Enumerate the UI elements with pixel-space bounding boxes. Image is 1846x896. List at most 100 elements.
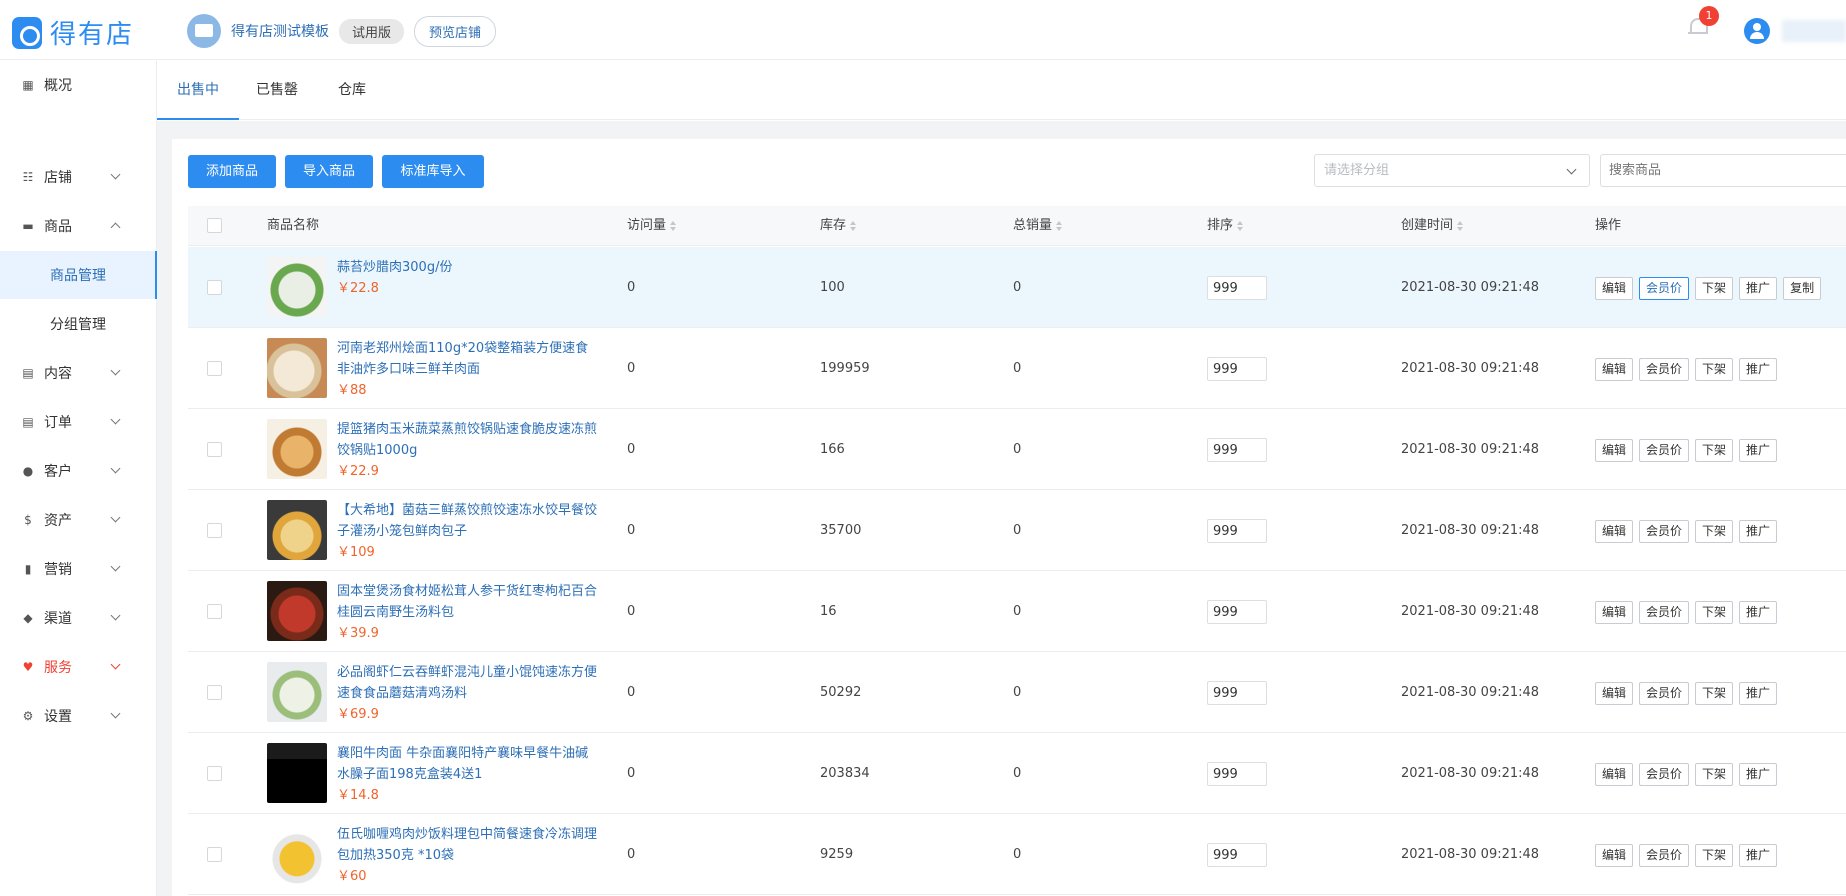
tab-on-sale[interactable]: 出售中 bbox=[157, 61, 239, 120]
row-checkbox[interactable] bbox=[207, 280, 222, 295]
preview-shop-button[interactable]: 预览店铺 bbox=[414, 15, 497, 47]
edit-button[interactable]: 编辑 bbox=[1595, 763, 1634, 786]
goods-name[interactable]: 河南老郑州烩面110g*20袋整箱装方便速食非油炸多口味三鲜羊肉面 bbox=[337, 341, 588, 377]
sidebar-item-settings[interactable]: ⚙ 设置 bbox=[0, 692, 157, 740]
edit-button[interactable]: 编辑 bbox=[1595, 277, 1634, 300]
goods-name-link[interactable]: 河南老郑州烩面110g*20袋整箱装方便速食非油炸多口味三鲜羊肉面 ￥88 bbox=[337, 338, 601, 401]
member-price-button[interactable]: 会员价 bbox=[1639, 601, 1690, 624]
goods-thumbnail[interactable] bbox=[267, 743, 327, 803]
goods-thumbnail[interactable] bbox=[267, 419, 327, 479]
member-price-button[interactable]: 会员价 bbox=[1639, 763, 1690, 786]
goods-name-link[interactable]: 必品阁虾仁云吞鲜虾混沌儿童小馄饨速冻方便速食食品蘑菇清鸡汤料 ￥69.9 bbox=[337, 662, 601, 725]
row-checkbox[interactable] bbox=[207, 685, 222, 700]
goods-name[interactable]: 必品阁虾仁云吞鲜虾混沌儿童小馄饨速冻方便速食食品蘑菇清鸡汤料 bbox=[337, 665, 597, 701]
sidebar-item-marketing[interactable]: ▮ 营销 bbox=[0, 545, 157, 593]
promote-button[interactable]: 推广 bbox=[1739, 277, 1778, 300]
goods-name-link[interactable]: 襄阳牛肉面 牛杂面襄阳特产襄味早餐牛油碱水臊子面198克盒装4送1 ￥14.8 bbox=[337, 743, 601, 806]
edit-button[interactable]: 编辑 bbox=[1595, 601, 1634, 624]
col-sales[interactable]: 总销量 bbox=[1013, 206, 1063, 246]
sidebar-subitem-group-management[interactable]: 分组管理 bbox=[0, 300, 157, 348]
tab-warehouse[interactable]: 仓库 bbox=[327, 61, 377, 120]
sidebar-item-channels[interactable]: ◆ 渠道 bbox=[0, 594, 157, 642]
group-select[interactable]: 请选择分组 bbox=[1314, 154, 1590, 187]
goods-name-link[interactable]: 伍氏咖喱鸡肉炒饭料理包中简餐速食冷冻调理包加热350克 *10袋 ￥60 bbox=[337, 824, 601, 887]
goods-name[interactable]: 蒜苔炒腊肉300g/份 bbox=[337, 260, 452, 275]
sort-order-input[interactable] bbox=[1207, 843, 1267, 867]
goods-name[interactable]: 伍氏咖喱鸡肉炒饭料理包中简餐速食冷冻调理包加热350克 *10袋 bbox=[337, 827, 597, 863]
row-checkbox[interactable] bbox=[207, 361, 222, 376]
off-shelf-button[interactable]: 下架 bbox=[1695, 601, 1734, 624]
sidebar-item-content[interactable]: ▤ 内容 bbox=[0, 349, 157, 397]
avatar[interactable] bbox=[1744, 18, 1770, 44]
sidebar-item-goods[interactable]: ▬ 商品 bbox=[0, 202, 157, 250]
goods-thumbnail[interactable] bbox=[267, 338, 327, 398]
row-checkbox[interactable] bbox=[207, 766, 222, 781]
sidebar-item-service[interactable]: ♥ 服务 bbox=[0, 643, 157, 691]
goods-thumbnail[interactable] bbox=[267, 824, 327, 884]
off-shelf-button[interactable]: 下架 bbox=[1695, 439, 1734, 462]
standard-library-import-button[interactable]: 标准库导入 bbox=[382, 155, 484, 188]
edit-button[interactable]: 编辑 bbox=[1595, 520, 1634, 543]
row-checkbox[interactable] bbox=[207, 523, 222, 538]
app-logo[interactable]: 得有店 bbox=[12, 14, 134, 51]
goods-name[interactable]: 提篮猪肉玉米蔬菜蒸煎饺锅贴速食脆皮速冻煎饺锅贴1000g bbox=[337, 422, 597, 458]
sidebar-item-store[interactable]: ☷ 店铺 bbox=[0, 153, 157, 201]
promote-button[interactable]: 推广 bbox=[1739, 844, 1778, 867]
off-shelf-button[interactable]: 下架 bbox=[1695, 358, 1734, 381]
edit-button[interactable]: 编辑 bbox=[1595, 682, 1634, 705]
goods-thumbnail[interactable] bbox=[267, 581, 327, 641]
sort-order-input[interactable] bbox=[1207, 762, 1267, 786]
goods-thumbnail[interactable] bbox=[267, 257, 327, 317]
copy-button[interactable]: 复制 bbox=[1783, 277, 1822, 300]
sidebar-item-orders[interactable]: ▤ 订单 bbox=[0, 398, 157, 446]
add-goods-button[interactable]: 添加商品 bbox=[188, 155, 276, 188]
member-price-button[interactable]: 会员价 bbox=[1639, 439, 1690, 462]
sort-order-input[interactable] bbox=[1207, 519, 1267, 543]
promote-button[interactable]: 推广 bbox=[1739, 439, 1778, 462]
member-price-button[interactable]: 会员价 bbox=[1639, 358, 1690, 381]
goods-name-link[interactable]: 蒜苔炒腊肉300g/份 ￥22.8 bbox=[337, 257, 601, 299]
user-name-redacted[interactable] bbox=[1782, 20, 1846, 42]
promote-button[interactable]: 推广 bbox=[1739, 601, 1778, 624]
goods-thumbnail[interactable] bbox=[267, 500, 327, 560]
row-checkbox[interactable] bbox=[207, 442, 222, 457]
sidebar-subitem-goods-management[interactable]: 商品管理 bbox=[0, 251, 157, 299]
off-shelf-button[interactable]: 下架 bbox=[1695, 277, 1734, 300]
promote-button[interactable]: 推广 bbox=[1739, 682, 1778, 705]
promote-button[interactable]: 推广 bbox=[1739, 520, 1778, 543]
goods-name-link[interactable]: 【大希地】菌菇三鲜蒸饺煎饺速冻水饺早餐饺子灌汤小笼包鲜肉包子 ￥109 bbox=[337, 500, 601, 563]
member-price-button[interactable]: 会员价 bbox=[1639, 277, 1690, 300]
tab-sold-out[interactable]: 已售罄 bbox=[247, 61, 307, 120]
select-all-checkbox[interactable] bbox=[207, 218, 222, 233]
promote-button[interactable]: 推广 bbox=[1739, 763, 1778, 786]
member-price-button[interactable]: 会员价 bbox=[1639, 682, 1690, 705]
sort-order-input[interactable] bbox=[1207, 357, 1267, 381]
row-checkbox[interactable] bbox=[207, 604, 222, 619]
goods-name[interactable]: 固本堂煲汤食材姬松茸人参干货红枣枸杞百合桂圆云南野生汤料包 bbox=[337, 584, 597, 620]
sort-order-input[interactable] bbox=[1207, 438, 1267, 462]
off-shelf-button[interactable]: 下架 bbox=[1695, 844, 1734, 867]
off-shelf-button[interactable]: 下架 bbox=[1695, 763, 1734, 786]
search-goods-input[interactable] bbox=[1600, 154, 1846, 187]
shop-name[interactable]: 得有店测试模板 bbox=[231, 21, 329, 41]
row-checkbox[interactable] bbox=[207, 847, 222, 862]
sort-order-input[interactable] bbox=[1207, 276, 1267, 300]
edit-button[interactable]: 编辑 bbox=[1595, 844, 1634, 867]
sidebar-item-overview[interactable]: ▦ 概况 bbox=[0, 61, 157, 109]
edit-button[interactable]: 编辑 bbox=[1595, 439, 1634, 462]
sort-order-input[interactable] bbox=[1207, 600, 1267, 624]
goods-name-link[interactable]: 提篮猪肉玉米蔬菜蒸煎饺锅贴速食脆皮速冻煎饺锅贴1000g ￥22.9 bbox=[337, 419, 601, 482]
sidebar-item-customers[interactable]: ● 客户 bbox=[0, 447, 157, 495]
member-price-button[interactable]: 会员价 bbox=[1639, 844, 1690, 867]
col-sort[interactable]: 排序 bbox=[1207, 206, 1244, 246]
col-stock[interactable]: 库存 bbox=[820, 206, 857, 246]
goods-name[interactable]: 【大希地】菌菇三鲜蒸饺煎饺速冻水饺早餐饺子灌汤小笼包鲜肉包子 bbox=[337, 503, 597, 539]
member-price-button[interactable]: 会员价 bbox=[1639, 520, 1690, 543]
goods-name-link[interactable]: 固本堂煲汤食材姬松茸人参干货红枣枸杞百合桂圆云南野生汤料包 ￥39.9 bbox=[337, 581, 601, 644]
import-goods-button[interactable]: 导入商品 bbox=[285, 155, 373, 188]
edit-button[interactable]: 编辑 bbox=[1595, 358, 1634, 381]
sort-order-input[interactable] bbox=[1207, 681, 1267, 705]
goods-name[interactable]: 襄阳牛肉面 牛杂面襄阳特产襄味早餐牛油碱水臊子面198克盒装4送1 bbox=[337, 746, 588, 782]
col-created[interactable]: 创建时间 bbox=[1401, 206, 1464, 246]
off-shelf-button[interactable]: 下架 bbox=[1695, 682, 1734, 705]
